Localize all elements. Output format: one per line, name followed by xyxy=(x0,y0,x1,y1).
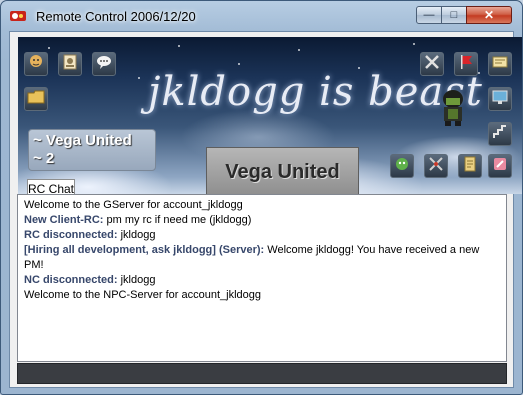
server-name-box: ~ Vega United ~ 2 xyxy=(28,129,156,171)
stair-icon xyxy=(491,123,509,146)
server-name-line-1: ~ Vega United xyxy=(33,132,132,149)
folder-icon xyxy=(27,88,45,111)
character-avatar-icon xyxy=(436,90,470,131)
profile-icon xyxy=(61,53,79,76)
server-options-icon xyxy=(491,53,509,76)
window-title: Remote Control 2006/12/20 xyxy=(36,9,196,24)
chat-log[interactable]: Welcome to the GServer for account_jkldo… xyxy=(17,194,507,362)
chat-line: Welcome to the NPC-Server for account_jk… xyxy=(24,289,262,301)
maximize-icon: □ xyxy=(450,9,458,21)
app-logo-icon[interactable] xyxy=(10,9,26,23)
swords-icon xyxy=(427,155,445,178)
swords-button[interactable] xyxy=(424,154,448,178)
screen-monitor-button[interactable] xyxy=(488,87,512,111)
character-avatar xyxy=(436,87,470,127)
chat-input[interactable] xyxy=(17,363,507,384)
close-icon: ✕ xyxy=(483,8,495,22)
chat-bubble-icon xyxy=(95,53,113,76)
title-bar[interactable]: Remote Control 2006/12/20 — □ ✕ xyxy=(1,1,522,31)
stair-button[interactable] xyxy=(488,122,512,146)
close-button[interactable]: ✕ xyxy=(466,6,512,24)
server-name-line-2: ~ 2 xyxy=(33,150,55,167)
chat-line: NC disconnected: jkldogg xyxy=(24,274,156,286)
document-icon xyxy=(461,155,479,178)
tools-icon xyxy=(423,53,441,76)
player-list-icon xyxy=(27,53,45,76)
creature-icon xyxy=(393,155,411,178)
chat-line: [Hiring all development, ask jkldogg] (S… xyxy=(24,244,480,271)
remote-control-window: Remote Control 2006/12/20 — □ ✕ jkldogg … xyxy=(0,0,523,395)
chat-bubble-button[interactable] xyxy=(92,52,116,76)
profile-button[interactable] xyxy=(58,52,82,76)
creature-button[interactable] xyxy=(390,154,414,178)
screen-monitor-icon xyxy=(491,88,509,111)
warning-icon xyxy=(491,155,509,178)
tab-rc-chat[interactable]: RC Chat xyxy=(27,179,75,194)
folder-button[interactable] xyxy=(24,87,48,111)
server-banner: jkldogg is beast ~ Vega United ~ 2 Vega … xyxy=(18,37,522,194)
player-list-button[interactable] xyxy=(24,52,48,76)
chat-line: New Client-RC: pm my rc if need me (jkld… xyxy=(24,214,252,226)
document-button[interactable] xyxy=(458,154,482,178)
minimize-button[interactable]: — xyxy=(416,6,442,24)
client-area: jkldogg is beast ~ Vega United ~ 2 Vega … xyxy=(9,31,522,388)
maximize-button[interactable]: □ xyxy=(441,6,467,24)
tools-button[interactable] xyxy=(420,52,444,76)
chat-line: RC disconnected: jkldogg xyxy=(24,229,156,241)
minimize-icon: — xyxy=(423,9,435,21)
server-options-button[interactable] xyxy=(488,52,512,76)
chat-line: Welcome to the GServer for account_jkldo… xyxy=(24,199,243,211)
flag-icon xyxy=(457,53,475,76)
flag-button[interactable] xyxy=(454,52,478,76)
server-logo: Vega United xyxy=(206,147,359,194)
warning-button[interactable] xyxy=(488,154,512,178)
